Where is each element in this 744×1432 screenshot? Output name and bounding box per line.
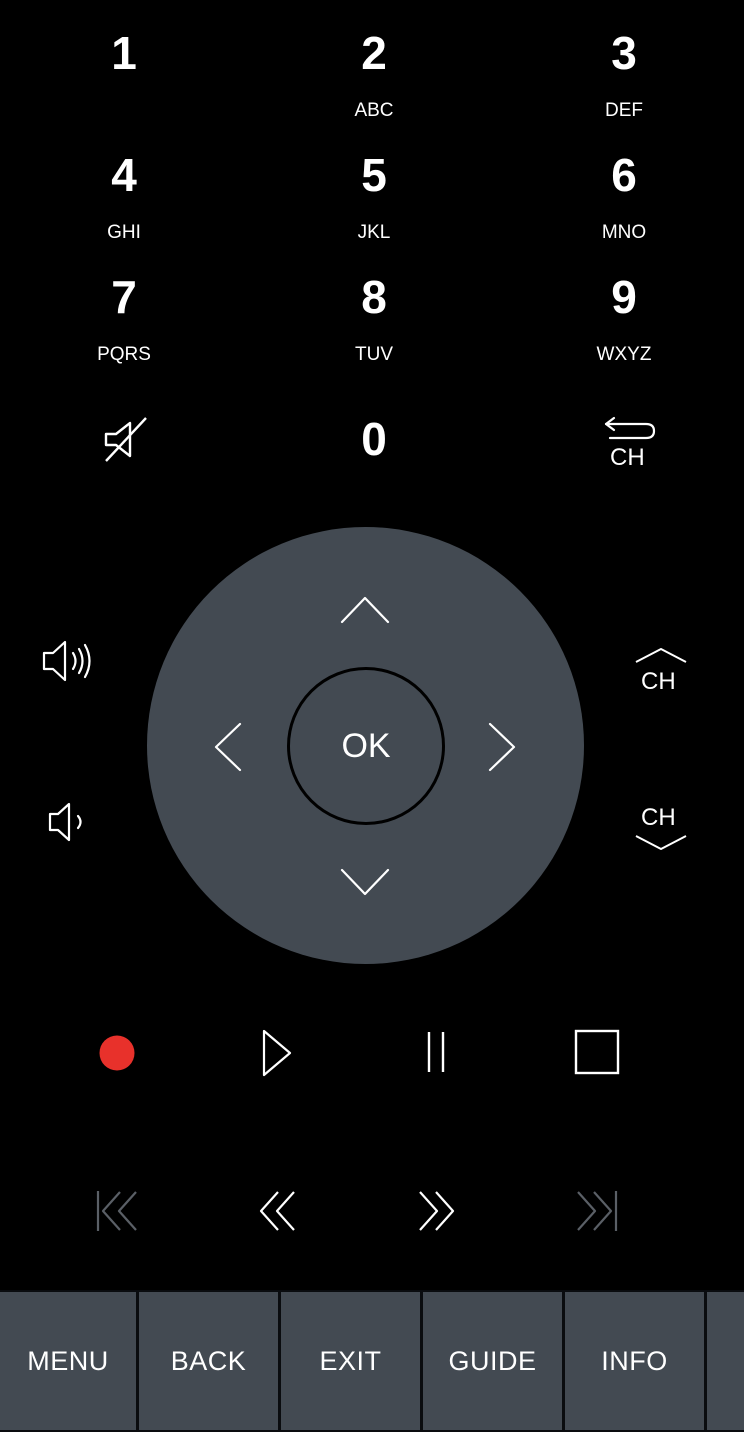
exit-tab[interactable]: EXIT bbox=[281, 1292, 420, 1430]
key-letters: TUV bbox=[355, 344, 393, 365]
key-2[interactable]: 2 ABC bbox=[284, 28, 464, 138]
volume-down-button[interactable] bbox=[46, 800, 90, 844]
channel-return-button[interactable]: CH bbox=[600, 412, 660, 471]
record-button[interactable] bbox=[98, 1034, 136, 1072]
key-3[interactable]: 3 DEF bbox=[534, 28, 714, 138]
tab-label: MENU bbox=[27, 1345, 109, 1376]
key-5[interactable]: 5 JKL bbox=[284, 150, 464, 260]
caret-up-icon bbox=[635, 648, 687, 663]
key-9[interactable]: 9 WXYZ bbox=[534, 272, 714, 382]
bottom-tab-bar: MENU BACK EXIT GUIDE INFO bbox=[0, 1290, 744, 1432]
rewind-icon bbox=[259, 1191, 295, 1231]
guide-tab[interactable]: GUIDE bbox=[423, 1292, 562, 1430]
tab-label: GUIDE bbox=[448, 1345, 537, 1376]
menu-tab[interactable]: MENU bbox=[0, 1292, 136, 1430]
stop-icon bbox=[574, 1029, 620, 1075]
rewind-button[interactable] bbox=[256, 1188, 298, 1234]
key-digit: 8 bbox=[361, 271, 387, 323]
ok-button[interactable]: OK bbox=[287, 667, 445, 825]
pause-icon bbox=[427, 1032, 445, 1072]
key-letters: PQRS bbox=[97, 344, 151, 365]
key-digit: 4 bbox=[111, 149, 137, 201]
chevron-left-icon bbox=[214, 722, 242, 772]
skip-back-icon bbox=[96, 1191, 137, 1231]
nav-down-button[interactable] bbox=[338, 864, 392, 900]
return-arrow-icon bbox=[604, 416, 656, 440]
pause-button[interactable] bbox=[422, 1030, 450, 1074]
volume-up-icon bbox=[42, 640, 91, 682]
channel-up-label: CH bbox=[641, 668, 676, 695]
key-letters: WXYZ bbox=[596, 344, 652, 365]
info-tab[interactable]: INFO bbox=[565, 1292, 704, 1430]
key-digit: 0 bbox=[361, 413, 387, 465]
play-icon bbox=[262, 1029, 292, 1077]
key-digit: 1 bbox=[111, 27, 137, 79]
nav-right-button[interactable] bbox=[484, 720, 520, 774]
key-digit: 3 bbox=[611, 27, 637, 79]
key-letters: DEF bbox=[605, 100, 643, 121]
key-digit: 9 bbox=[611, 271, 637, 323]
key-6[interactable]: 6 MNO bbox=[534, 150, 714, 260]
nav-up-button[interactable] bbox=[338, 592, 392, 628]
chevron-right-icon bbox=[488, 722, 516, 772]
key-digit: 5 bbox=[361, 149, 387, 201]
play-button[interactable] bbox=[258, 1028, 294, 1078]
tab-label: BACK bbox=[170, 1345, 247, 1376]
more-tab[interactable] bbox=[707, 1292, 744, 1430]
key-letters: ABC bbox=[354, 100, 394, 121]
stop-button[interactable] bbox=[574, 1029, 620, 1075]
ok-label: OK bbox=[341, 726, 391, 765]
mute-button[interactable] bbox=[100, 414, 152, 466]
caret-down-icon bbox=[635, 835, 687, 850]
back-tab[interactable]: BACK bbox=[139, 1292, 278, 1430]
key-8[interactable]: 8 TUV bbox=[284, 272, 464, 382]
chevron-down-icon bbox=[340, 868, 390, 896]
volume-up-button[interactable] bbox=[40, 638, 96, 684]
key-7[interactable]: 7 PQRS bbox=[34, 272, 214, 382]
channel-up-button[interactable]: CH bbox=[634, 646, 688, 695]
key-1[interactable]: 1 bbox=[34, 28, 214, 138]
fast-forward-button[interactable] bbox=[416, 1188, 458, 1234]
channel-return-label: CH bbox=[610, 444, 645, 471]
key-0[interactable]: 0 bbox=[284, 414, 464, 524]
channel-down-label: CH bbox=[641, 804, 676, 831]
record-icon bbox=[99, 1035, 135, 1071]
key-letters: MNO bbox=[601, 222, 647, 243]
nav-left-button[interactable] bbox=[210, 720, 246, 774]
key-letters: JKL bbox=[357, 222, 391, 243]
key-letters: GHI bbox=[107, 222, 141, 243]
tab-label: INFO bbox=[601, 1345, 668, 1376]
skip-back-button bbox=[94, 1188, 140, 1234]
key-4[interactable]: 4 GHI bbox=[34, 150, 214, 260]
tab-label: EXIT bbox=[319, 1345, 382, 1376]
volume-down-icon bbox=[48, 802, 82, 842]
skip-forward-icon bbox=[577, 1191, 618, 1231]
chevron-up-icon bbox=[340, 596, 390, 624]
fast-forward-icon bbox=[419, 1191, 455, 1231]
key-digit: 2 bbox=[361, 27, 387, 79]
skip-forward-button bbox=[574, 1188, 620, 1234]
mute-icon bbox=[104, 417, 147, 462]
key-digit: 6 bbox=[611, 149, 637, 201]
key-digit: 7 bbox=[111, 271, 137, 323]
